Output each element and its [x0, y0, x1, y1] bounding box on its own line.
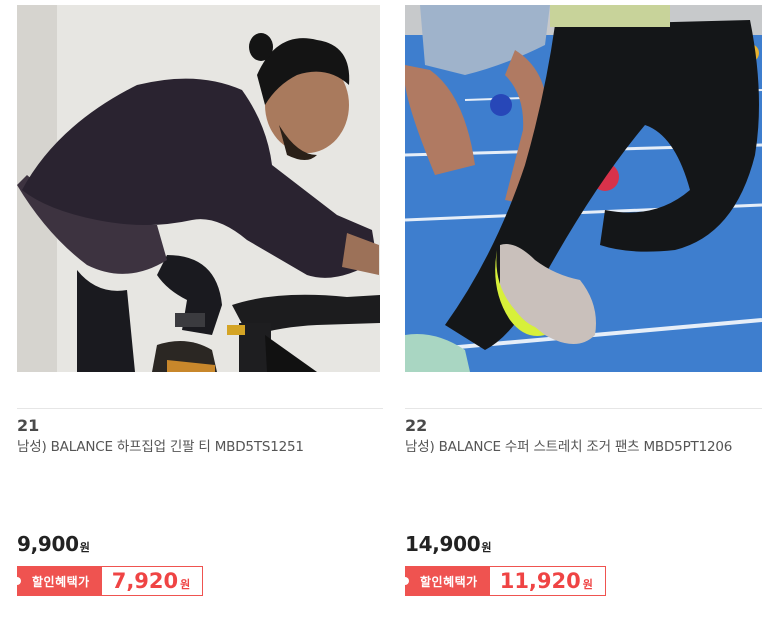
discount-price-badge: 할인혜택가 7,920 원 [13, 566, 204, 596]
product-photo-illustration [405, 5, 762, 372]
discount-price-unit: 원 [180, 578, 191, 591]
product-name-link[interactable]: 남성) BALANCE 수퍼 스트레치 조거 팬츠 MBD5PT1206 [405, 437, 743, 457]
discount-label: 할인혜택가 [32, 574, 90, 589]
product-rank: 22 [405, 416, 428, 435]
product-card[interactable]: 22 남성) BALANCE 수퍼 스트레치 조거 팬츠 MBD5PT1206 … [401, 0, 762, 624]
tag-hole-icon [401, 577, 409, 585]
discount-price-badge: 할인혜택가 11,920 원 [401, 566, 606, 596]
product-photo-illustration [17, 5, 380, 372]
discount-label-tag: 할인혜택가 [13, 566, 102, 596]
card-divider [17, 408, 383, 409]
product-name-link[interactable]: 남성) BALANCE 하프집업 긴팔 티 MBD5TS1251 [17, 437, 357, 457]
price-unit: 원 [79, 541, 90, 554]
tag-hole-icon [13, 577, 21, 585]
product-price: 9,900원 [17, 532, 90, 556]
card-divider [405, 408, 762, 409]
discount-label: 할인혜택가 [420, 574, 478, 589]
product-rank: 21 [17, 416, 40, 435]
price-value: 14,900 [405, 532, 481, 556]
product-card[interactable]: 21 남성) BALANCE 하프집업 긴팔 티 MBD5TS1251 9,90… [13, 0, 383, 624]
discount-price: 11,920 원 [489, 566, 606, 596]
price-unit: 원 [481, 541, 492, 554]
discount-label-tag: 할인혜택가 [401, 566, 490, 596]
price-value: 9,900 [17, 532, 79, 556]
product-image[interactable] [17, 5, 380, 372]
product-image[interactable] [405, 5, 762, 372]
discount-price: 7,920 원 [101, 566, 204, 596]
product-price: 14,900원 [405, 532, 492, 556]
discount-price-unit: 원 [582, 578, 593, 591]
discount-price-value: 7,920 [111, 569, 179, 593]
discount-price-value: 11,920 [499, 569, 581, 593]
